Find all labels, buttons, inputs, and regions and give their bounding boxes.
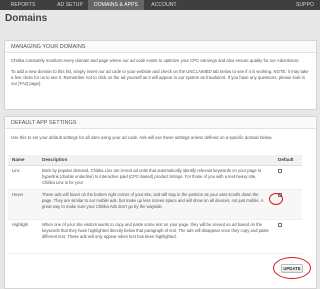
tab-ad-setup[interactable]: AD SETUP	[52, 0, 88, 10]
managing-domains-text-2: To add a new domain to this list, simply…	[11, 69, 309, 86]
app-name-hover: Hover	[8, 189, 38, 220]
annotation-circle-update	[273, 257, 311, 279]
column-description-header: Description	[38, 155, 274, 166]
annotation-circle-checkbox	[269, 193, 283, 205]
top-nav: REPORTS AD SETUP DOMAINS & APPS ACCOUNT …	[0, 0, 320, 10]
page-title: Domains	[5, 13, 48, 24]
app-name-highlight: Highlight	[8, 219, 38, 254]
managing-domains-heading: MANAGING YOUR DOMAINS	[5, 41, 316, 53]
app-description-highlight: When one of your site visitors wants to …	[38, 219, 274, 254]
app-settings-table: Name Description Default Linx Back by po…	[8, 155, 302, 254]
app-description-hover: These ads will hover on the bottom right…	[38, 189, 274, 220]
column-name-header: Name	[8, 155, 38, 166]
column-default-header: Default	[274, 155, 302, 166]
tab-reports[interactable]: REPORTS	[6, 0, 40, 10]
app-description-linx: Back by popular demand, Chitika Linx are…	[38, 165, 274, 190]
default-cell-highlight	[274, 219, 302, 254]
default-app-settings-intro: Use this to set your default settings fo…	[11, 135, 273, 140]
app-name-linx: Linx	[8, 165, 38, 190]
tab-account[interactable]: ACCOUNT	[146, 0, 182, 10]
default-cell-linx	[274, 165, 302, 190]
tab-support[interactable]: SUPPO	[296, 0, 320, 10]
tab-domains-apps[interactable]: DOMAINS & APPS	[88, 0, 144, 10]
managing-domains-text-1: Chitika constantly monitors every domain…	[11, 58, 300, 63]
managing-domains-panel: MANAGING YOUR DOMAINS Chitika constantly…	[4, 40, 317, 110]
default-app-settings-heading: DEFAULT APP SETTINGS	[5, 117, 316, 129]
highlight-default-checkbox[interactable]	[278, 222, 282, 227]
table-header-row: Name Description Default	[8, 155, 302, 166]
linx-default-checkbox[interactable]	[278, 168, 282, 173]
table-row: Highlight When one of your site visitors…	[8, 219, 302, 254]
table-row: Linx Back by popular demand, Chitika Lin…	[8, 165, 302, 190]
table-row: Hover These ads will hover on the bottom…	[8, 189, 302, 220]
